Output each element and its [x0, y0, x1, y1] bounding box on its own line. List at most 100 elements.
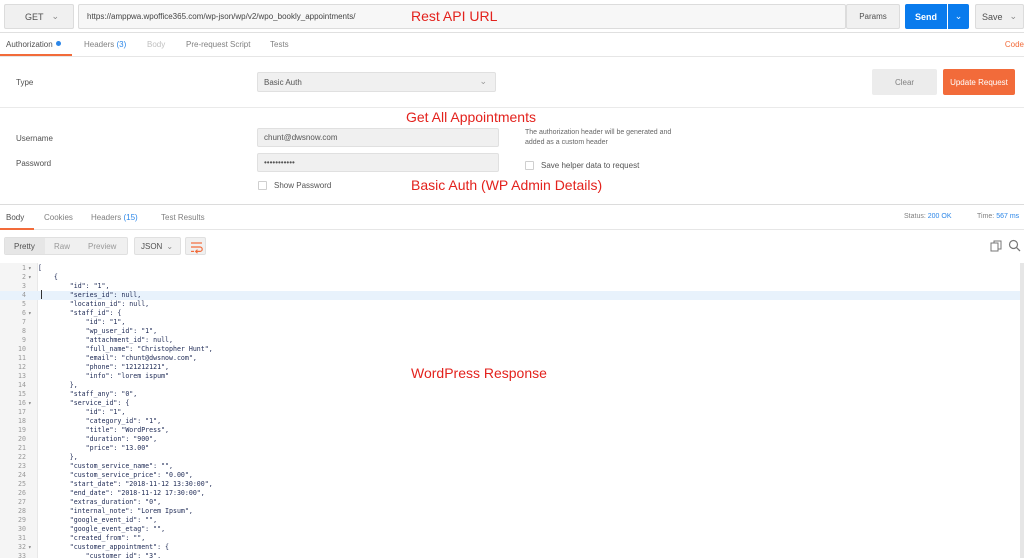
- line-number: 4: [22, 291, 26, 299]
- code-line: 9 "attachment_id": null,: [0, 336, 1020, 345]
- wrap-lines-button[interactable]: [185, 237, 206, 255]
- username-field[interactable]: chunt@dwsnow.com: [257, 128, 499, 147]
- status-value: 200 OK: [927, 213, 952, 220]
- code-text: "staff_any": "0",: [38, 390, 138, 398]
- tab-authorization[interactable]: Authorization: [6, 40, 61, 49]
- code-text: "full_name": "Christopher Hunt",: [38, 345, 213, 353]
- format-value: JSON: [141, 241, 163, 251]
- code-text: "customer_appointment": {: [38, 543, 170, 551]
- fold-toggle-icon[interactable]: ▾: [28, 309, 36, 318]
- code-text: "phone": "121212121",: [38, 363, 170, 371]
- tab-body[interactable]: Body: [147, 40, 165, 49]
- request-tabs: Authorization Headers (3) Body Pre-reque…: [0, 33, 1024, 57]
- tab-prerequest-script[interactable]: Pre-request Script: [186, 40, 250, 49]
- code-text: "id": "1",: [38, 318, 126, 326]
- show-password-checkbox[interactable]: [258, 181, 267, 190]
- code-text: },: [38, 453, 78, 461]
- code-text: },: [38, 381, 78, 389]
- line-number: 26: [18, 489, 26, 497]
- view-mode-group: Pretty Raw Preview: [4, 237, 128, 255]
- code-line: 10 "full_name": "Christopher Hunt",: [0, 345, 1020, 354]
- code-text: "duration": "900",: [38, 435, 158, 443]
- tab-response-body[interactable]: Body: [6, 213, 24, 222]
- url-text: https://amppwa.wpoffice365.com/wp-json/w…: [87, 12, 356, 21]
- code-text: "start_date": "2018-11-12 13:30:00",: [38, 480, 213, 488]
- send-button[interactable]: Send: [905, 4, 947, 29]
- auth-type-select[interactable]: Basic Auth ⌄: [257, 72, 496, 92]
- fold-toggle-icon[interactable]: ▾: [28, 273, 36, 282]
- code-line: 11 "email": "chunt@dwsnow.com",: [0, 354, 1020, 363]
- save-button[interactable]: Save ⌄: [975, 4, 1024, 29]
- annotation-response: WordPress Response: [411, 365, 547, 381]
- code-line: 23 "custom_service_name": "",: [0, 462, 1020, 471]
- preview-button[interactable]: Preview: [88, 242, 116, 251]
- chevron-down-icon: ⌄: [479, 76, 487, 86]
- clear-button[interactable]: Clear: [872, 69, 937, 95]
- fold-toggle-icon[interactable]: ▾: [28, 399, 36, 408]
- code-line: 16 ▾ "service_id": {: [0, 399, 1020, 408]
- code-text: "info": "lorem ispum": [38, 372, 170, 380]
- tab-headers-label: Headers: [84, 40, 115, 49]
- line-number: 23: [18, 462, 26, 470]
- time-readout: Time: 567 ms: [977, 213, 1019, 220]
- fold-toggle-icon[interactable]: ▾: [28, 264, 36, 273]
- line-number: 30: [18, 525, 26, 533]
- line-number: 13: [18, 372, 26, 380]
- line-number: 24: [18, 471, 26, 479]
- line-number: 19: [18, 426, 26, 434]
- tab-headers[interactable]: Headers (3): [84, 40, 126, 49]
- chevron-down-icon: ⌄: [1009, 11, 1018, 21]
- line-number: 32: [18, 543, 26, 551]
- pretty-button[interactable]: Pretty: [14, 242, 35, 251]
- tab-tests[interactable]: Tests: [270, 40, 289, 49]
- code-line: 15 "staff_any": "0",: [0, 390, 1020, 399]
- code-line: 30 "google_event_etag": "",: [0, 525, 1020, 534]
- line-number: 15: [18, 390, 26, 398]
- editor-scrollbar[interactable]: [1020, 263, 1024, 558]
- password-label: Password: [16, 159, 52, 168]
- code-text: "custom_service_price": "0.00",: [38, 471, 193, 479]
- text-cursor: [41, 290, 42, 299]
- code-text: "email": "chunt@dwsnow.com",: [38, 354, 197, 362]
- password-field[interactable]: •••••••••••: [257, 153, 499, 172]
- code-text: "attachment_id": null,: [38, 336, 173, 344]
- fold-toggle-icon[interactable]: ▾: [28, 543, 36, 552]
- save-label: Save: [982, 11, 1003, 22]
- annotation-get-all: Get All Appointments: [406, 109, 536, 125]
- raw-button[interactable]: Raw: [54, 242, 70, 251]
- code-text: "extras_duration": "0",: [38, 498, 162, 506]
- code-line: 1 ▾[: [0, 264, 1020, 273]
- auth-divider: [0, 107, 1024, 108]
- save-helper-checkbox[interactable]: [525, 161, 534, 170]
- code-line: 2 ▾ {: [0, 273, 1020, 282]
- format-select[interactable]: JSON ⌄: [134, 237, 181, 255]
- code-line: 31 "created_from": "",: [0, 534, 1020, 543]
- code-line: 8 "wp_user_id": "1",: [0, 327, 1020, 336]
- code-text: "created_from": "",: [38, 534, 146, 542]
- code-link[interactable]: Code: [1005, 40, 1024, 49]
- code-line: 28 "internal_note": "Lorem Ipsum",: [0, 507, 1020, 516]
- password-value: •••••••••••: [264, 158, 295, 167]
- tab-cookies[interactable]: Cookies: [44, 213, 73, 222]
- code-line: 33 "customer_id": "3",: [0, 552, 1020, 558]
- line-number: 11: [18, 354, 26, 362]
- copy-icon[interactable]: [990, 240, 1002, 252]
- code-text: "internal_note": "Lorem Ipsum",: [38, 507, 193, 515]
- method-select[interactable]: GET ⌄: [4, 4, 74, 29]
- send-dropdown-button[interactable]: ⌄: [948, 4, 969, 29]
- code-line: 3 "id": "1",: [0, 282, 1020, 291]
- tab-response-headers[interactable]: Headers (15): [91, 213, 138, 222]
- line-number: 22: [18, 453, 26, 461]
- line-number: 18: [18, 417, 26, 425]
- line-number: 16: [18, 399, 26, 407]
- tab-test-results[interactable]: Test Results: [161, 213, 205, 222]
- update-request-button[interactable]: Update Request: [943, 69, 1015, 95]
- search-icon[interactable]: [1008, 239, 1021, 252]
- code-text: "google_event_etag": "",: [38, 525, 166, 533]
- code-text: "location_id": null,: [38, 300, 150, 308]
- params-button[interactable]: Params: [846, 4, 900, 29]
- line-number: 2: [22, 273, 26, 281]
- method-label: GET: [25, 11, 44, 22]
- code-text: "category_id": "1",: [38, 417, 162, 425]
- annotation-basic-auth: Basic Auth (WP Admin Details): [411, 177, 603, 193]
